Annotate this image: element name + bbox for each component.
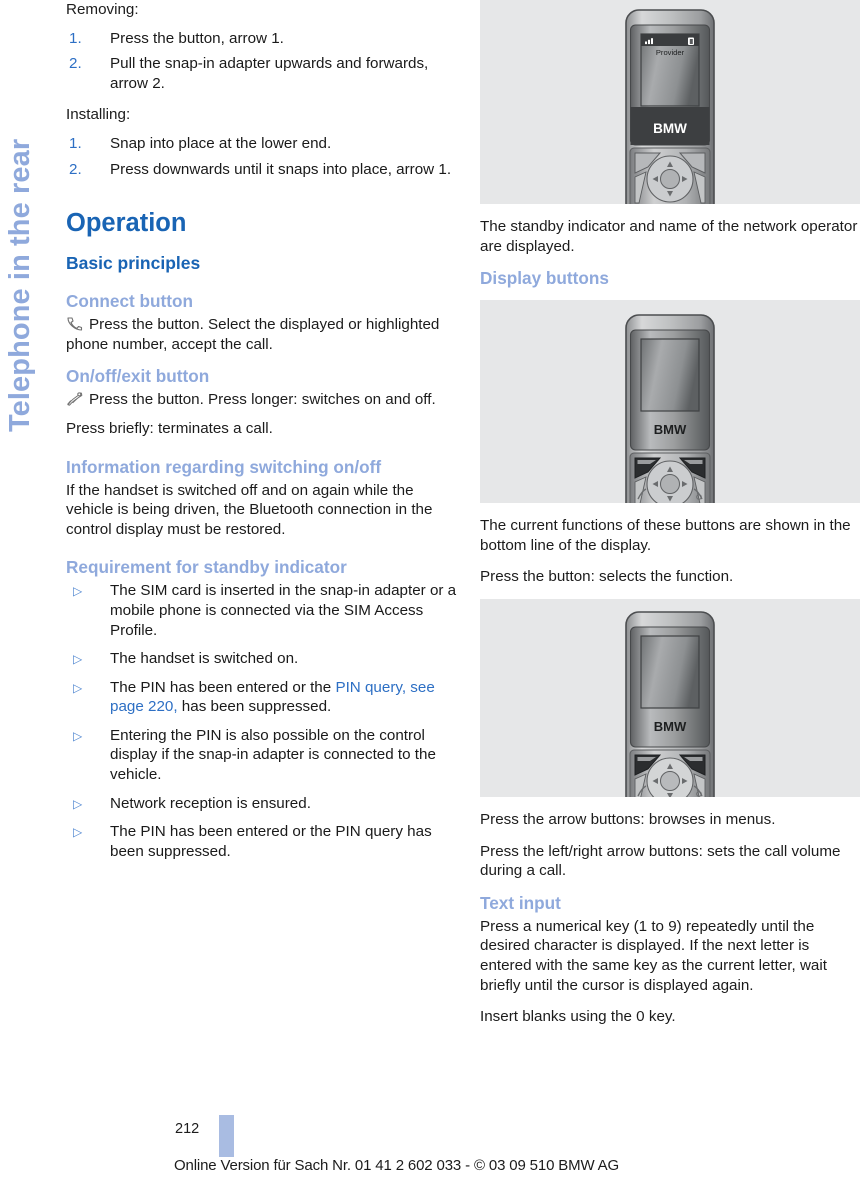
list-item: 2. Press downwards until it snaps into p… (66, 160, 458, 180)
page-footer: 212 Online Version für Sach Nr. 01 41 2 … (0, 1115, 860, 1183)
handset-arrow-buttons-figure: BMW (480, 598, 860, 797)
bullet-text: Entering the PIN is also possible on the… (110, 726, 436, 784)
bullet-text-pre: The PIN has been entered or the (110, 678, 336, 696)
display-buttons-text1: The current functions of these buttons a… (480, 517, 851, 554)
triangle-bullet-icon: ▷ (73, 825, 83, 840)
left-column: Removing: 1. Press the button, arrow 1. … (66, 0, 458, 870)
removing-steps-list: 1. Press the button, arrow 1. 2. Pull th… (66, 29, 458, 94)
heading-connect-button: Connect button (66, 291, 193, 312)
heading-standby-requirement: Requirement for standby indicator (66, 557, 347, 578)
onoff-button-text: Press the button. Press longer: switches… (66, 390, 458, 410)
removing-intro: Removing: (66, 1, 139, 18)
step-text: Press downwards until it snaps into plac… (110, 160, 452, 178)
bullet-text: The handset is switched on. (110, 650, 299, 668)
onoff-button-body: Press the button. Press longer: switches… (89, 391, 436, 409)
brand-label: BMW (654, 719, 687, 734)
arrow-buttons-text1: Press the arrow buttons: browses in menu… (480, 810, 776, 828)
step-text: Pull the snap-in adapter upwards and for… (110, 55, 429, 92)
battery-icon (688, 37, 694, 45)
end-call-handset-icon (66, 392, 83, 407)
text-input-text2: Insert blanks using the 0 key. (480, 1008, 676, 1026)
list-item: ▷ Entering the PIN is also possible on t… (66, 726, 458, 785)
heading-display-buttons: Display buttons (480, 268, 609, 289)
heading-switching-info: Information regarding switching on/off (66, 456, 382, 477)
chapter-side-tab-label: Telephone in the rear (4, 138, 36, 432)
right-column: Provider BMW The standby indicator and n… (480, 0, 860, 1039)
step-number: 1. (69, 29, 82, 47)
bullet-text: Network reception is ensured. (110, 794, 311, 812)
bullet-text: The SIM card is inserted in the snap-in … (110, 582, 457, 639)
online-version-note: Online Version für Sach Nr. 01 41 2 602 … (174, 1157, 620, 1174)
list-item: ▷ The PIN has been entered or the PIN qu… (66, 822, 458, 861)
onoff-button-text2: Press briefly: terminates a call. (66, 419, 273, 437)
installing-steps-list: 1. Snap into place at the lower end. 2. … (66, 134, 458, 179)
list-item: ▷ The PIN has been entered or the PIN qu… (66, 678, 458, 717)
list-item: 1. Snap into place at the lower end. (66, 134, 458, 154)
bullet-text-post: has been suppressed. (177, 698, 332, 716)
arrow-buttons-text2: Press the left/right arrow buttons: sets… (480, 842, 841, 880)
brand-label: BMW (654, 422, 687, 437)
list-item: 1. Press the button, arrow 1. (66, 29, 458, 49)
triangle-bullet-icon: ▷ (73, 652, 83, 667)
heading-text-input: Text input (480, 892, 561, 913)
screen-provider-label: Provider (656, 48, 685, 57)
handset-display-buttons-figure: BMW (480, 300, 860, 504)
connect-button-text: Press the button. Select the displayed o… (66, 315, 458, 354)
triangle-bullet-icon: ▷ (73, 796, 83, 811)
page-title: Operation (66, 209, 187, 238)
heading-onoff-button: On/off/exit button (66, 366, 210, 387)
display-buttons-text2: Press the button: selects the function. (480, 568, 734, 586)
call-handset-icon (66, 317, 83, 331)
list-item: ▷ The SIM card is inserted in the snap-i… (66, 581, 458, 640)
bullet-text: The PIN has been entered or the PIN quer… (110, 823, 432, 860)
page-number: 212 (175, 1121, 200, 1137)
triangle-bullet-icon: ▷ (73, 728, 83, 743)
handset-illustration: Provider BMW (625, 9, 715, 204)
list-item: ▷ The handset is switched on. (66, 649, 458, 669)
connect-button-body: Press the button. Select the displayed o… (66, 316, 440, 353)
step-text: Press the button, arrow 1. (110, 29, 284, 47)
step-number: 1. (69, 134, 82, 152)
step-number: 2. (69, 160, 82, 178)
figure1-caption: The standby indicator and name of the ne… (480, 218, 858, 255)
chapter-side-tab: Telephone in the rear (0, 0, 46, 640)
installing-intro: Installing: (66, 106, 131, 124)
step-number: 2. (69, 55, 82, 73)
switching-info-text: If the handset is switched off and on ag… (66, 481, 433, 538)
brand-label: BMW (653, 121, 687, 136)
page-marker-bar (219, 1115, 234, 1157)
subsection-title: Basic principles (66, 253, 201, 274)
step-text: Snap into place at the lower end. (110, 134, 332, 152)
triangle-bullet-icon: ▷ (73, 680, 83, 695)
handset-illustration: BMW (625, 314, 715, 504)
standby-requirement-list: ▷ The SIM card is inserted in the snap-i… (66, 581, 458, 861)
list-item: ▷ Network reception is ensured. (66, 794, 458, 814)
text-input-text1: Press a numerical key (1 to 9) repeatedl… (480, 917, 827, 994)
handset-standby-screen-figure: Provider BMW (480, 0, 860, 204)
list-item: 2. Pull the snap-in adapter upwards and … (66, 54, 458, 93)
triangle-bullet-icon: ▷ (73, 584, 83, 599)
handset-illustration: BMW (625, 611, 715, 797)
